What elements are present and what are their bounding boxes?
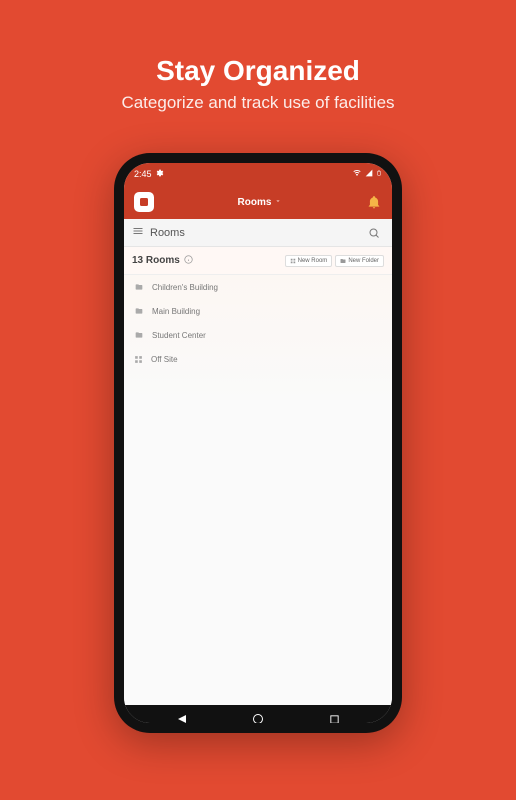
section-title-group: Rooms xyxy=(132,225,185,240)
promo-title: Stay Organized xyxy=(156,55,360,87)
folder-icon xyxy=(134,307,144,315)
list-item[interactable]: Off Site xyxy=(124,347,392,371)
status-left: 2:45 xyxy=(134,169,164,179)
chevron-down-icon xyxy=(274,197,282,208)
list-item-label: Off Site xyxy=(151,355,178,364)
wifi-icon xyxy=(352,169,362,179)
list-item-label: Student Center xyxy=(152,331,206,340)
list-item-label: Main Building xyxy=(152,307,200,316)
room-count: 13 Rooms xyxy=(132,255,193,267)
notification-bell-button[interactable] xyxy=(366,194,382,210)
new-folder-button[interactable]: New Folder xyxy=(335,255,384,267)
header-title-dropdown[interactable]: Rooms xyxy=(238,197,283,208)
android-nav-bar xyxy=(124,705,392,723)
search-button[interactable] xyxy=(364,223,384,243)
promo-subtitle: Categorize and track use of facilities xyxy=(121,93,394,113)
list-item[interactable]: Children's Building xyxy=(124,275,392,299)
status-time: 2:45 xyxy=(134,169,152,179)
app-logo[interactable] xyxy=(134,192,154,212)
status-bar: 2:45 xyxy=(124,163,392,185)
list-item[interactable]: Student Center xyxy=(124,323,392,347)
gear-icon xyxy=(156,169,164,179)
section-title-text: Rooms xyxy=(150,227,185,239)
count-actions: New Room New Folder xyxy=(285,255,384,267)
menu-icon[interactable] xyxy=(132,225,144,240)
battery-icon xyxy=(376,168,382,180)
folder-icon xyxy=(134,331,144,339)
room-list: Children's Building Main Building Studen… xyxy=(124,275,392,705)
phone-frame: 2:45 Rooms xyxy=(114,153,402,733)
list-item[interactable]: Main Building xyxy=(124,299,392,323)
count-label: 13 Rooms xyxy=(132,255,180,266)
section-header: Rooms xyxy=(124,219,392,247)
header-title: Rooms xyxy=(238,197,272,208)
new-folder-label: New Folder xyxy=(348,258,379,264)
signal-icon xyxy=(365,169,373,179)
new-room-button[interactable]: New Room xyxy=(285,255,333,267)
info-icon[interactable] xyxy=(184,255,193,267)
recents-button[interactable] xyxy=(327,712,341,723)
folder-icon xyxy=(134,283,144,291)
status-right xyxy=(352,168,382,180)
list-item-label: Children's Building xyxy=(152,283,218,292)
new-room-label: New Room xyxy=(298,258,328,264)
back-button[interactable] xyxy=(175,712,189,723)
home-button[interactable] xyxy=(251,712,265,723)
phone-screen: 2:45 Rooms xyxy=(124,163,392,723)
app-header: Rooms xyxy=(124,185,392,219)
grid-icon xyxy=(134,355,143,364)
count-row: 13 Rooms New Room New Folder xyxy=(124,247,392,275)
